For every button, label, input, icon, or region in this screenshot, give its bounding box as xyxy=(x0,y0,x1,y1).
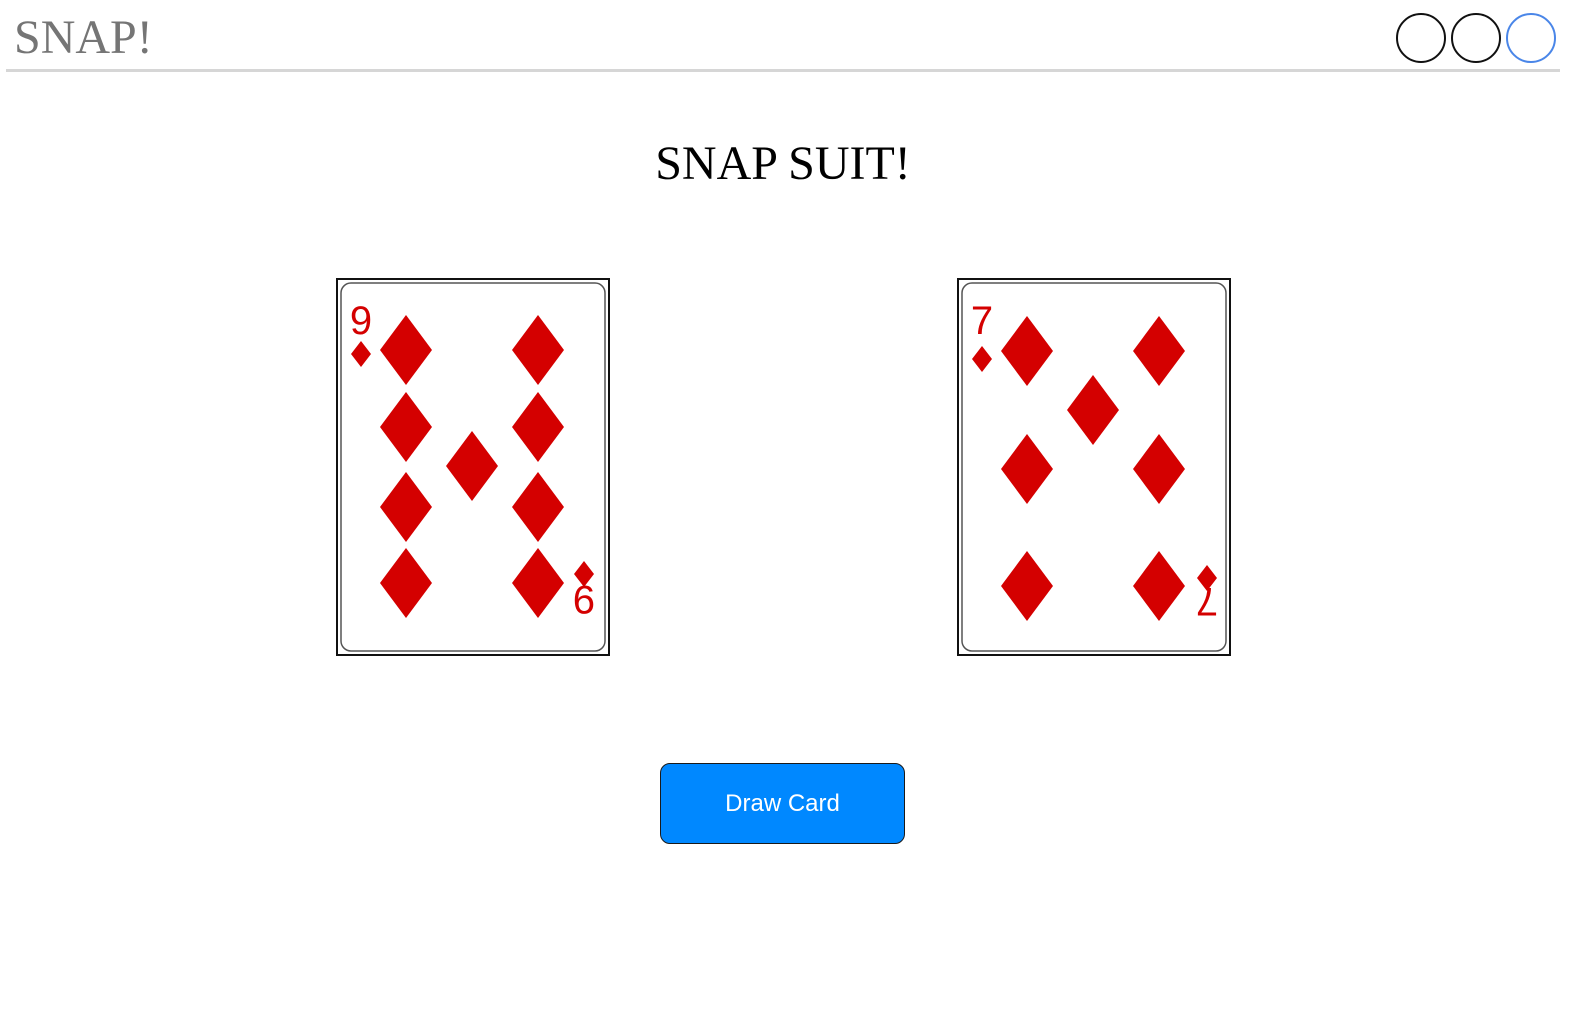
playing-card-left: 9 9 xyxy=(336,278,610,656)
round-indicator-3 xyxy=(1506,13,1556,63)
draw-card-button[interactable]: Draw Card xyxy=(660,763,905,844)
app-logo: SNAP! xyxy=(14,11,153,64)
card-face: 7 7 xyxy=(961,282,1227,652)
app-header: SNAP! xyxy=(6,0,1560,72)
round-indicator-1 xyxy=(1396,13,1446,63)
card-rank-top: 7 xyxy=(971,299,993,343)
card-face: 9 9 xyxy=(340,282,606,652)
game-title: SNAP SUIT! xyxy=(655,137,911,190)
card-border xyxy=(961,282,1227,652)
round-indicator-2 xyxy=(1451,13,1501,63)
card-rank-top: 9 xyxy=(350,299,372,343)
round-indicators xyxy=(1391,13,1556,63)
playing-card-right: 7 7 xyxy=(957,278,1231,656)
